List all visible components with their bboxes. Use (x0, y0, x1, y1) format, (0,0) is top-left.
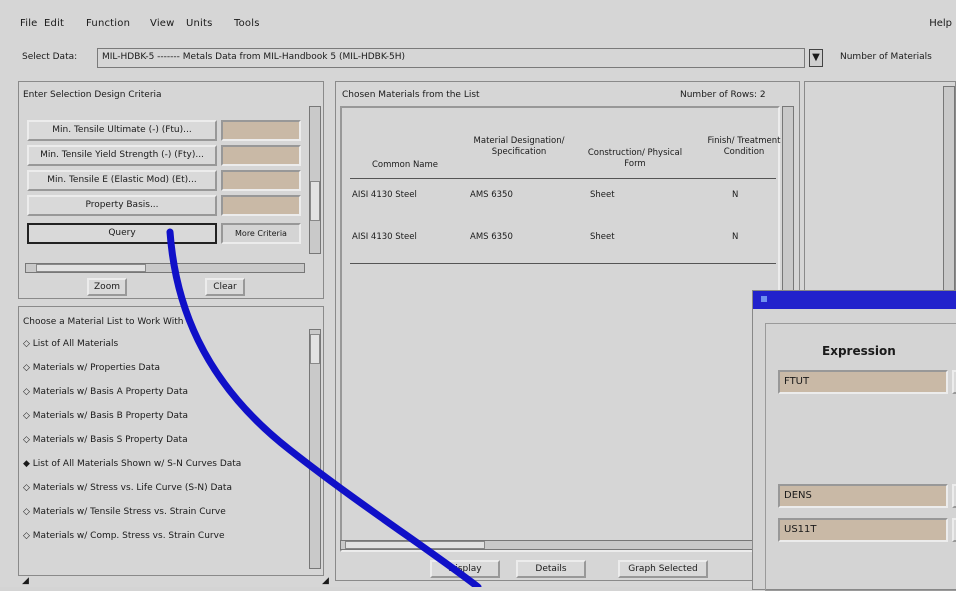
min-tensile-ultimate-value[interactable] (221, 120, 301, 141)
criteria-horizontal-scrollbar[interactable] (25, 263, 305, 273)
corner-mark: ◢ (322, 576, 329, 586)
expression-field[interactable]: DENS (778, 484, 948, 508)
list-item[interactable]: ◇ Materials w/ Basis A Property Data (23, 387, 315, 397)
menu-file[interactable]: File (20, 18, 38, 29)
more-criteria-button[interactable]: More Criteria (221, 223, 301, 244)
scroll-thumb[interactable] (36, 264, 146, 272)
table-cell[interactable]: Sheet (590, 190, 690, 201)
application-window: File Edit Function View Units Tools Help… (0, 0, 956, 591)
header-divider (350, 178, 776, 179)
dataset-field[interactable]: MIL-HDBK-5 ------- Metals Data from MIL-… (97, 48, 805, 68)
menu-bar: File Edit Function View Units Tools Help (0, 0, 956, 36)
list-item-label: Materials w/ Basis S Property Data (32, 435, 188, 445)
list-item-label: Materials w/ Basis B Property Data (32, 411, 189, 421)
table-cell[interactable]: AMS 6350 (470, 190, 570, 201)
number-of-materials-label: Number of Materials (840, 52, 932, 62)
expression-field-button[interactable] (952, 484, 956, 508)
column-header[interactable]: Finish/ Treatment Condition (704, 136, 784, 158)
expression-field[interactable]: FTUT (778, 370, 948, 394)
min-tensile-modulus-button[interactable]: Min. Tensile E (Elastic Mod) (Et)... (27, 170, 217, 191)
material-list-scrollbar[interactable] (309, 329, 321, 569)
list-item[interactable]: ◇ Materials w/ Tensile Stress vs. Strain… (23, 507, 315, 517)
results-panel: Chosen Materials from the List Number of… (335, 81, 800, 581)
results-title: Chosen Materials from the List (342, 90, 480, 100)
expression-field[interactable]: US11T (778, 518, 948, 542)
table-cell[interactable]: N (732, 190, 772, 201)
results-horizontal-scrollbar[interactable] (340, 540, 780, 550)
details-button[interactable]: Details (516, 560, 586, 578)
expression-field-button[interactable] (952, 518, 956, 542)
dataset-label: Select Data: (22, 52, 78, 62)
display-button[interactable]: Display (430, 560, 500, 578)
menu-help[interactable]: Help (929, 18, 952, 29)
window-menu-icon[interactable] (761, 296, 767, 302)
scroll-thumb[interactable] (345, 541, 485, 549)
min-tensile-modulus-value[interactable] (221, 170, 301, 191)
list-item[interactable]: ◇ Materials w/ Stress vs. Life Curve (S-… (23, 483, 315, 493)
table-cell[interactable]: Sheet (590, 232, 690, 243)
table-cell[interactable]: AISI 4130 Steel (352, 190, 452, 201)
graph-selected-button[interactable]: Graph Selected (618, 560, 708, 578)
dataset-dropdown-button[interactable]: ▼ (809, 49, 823, 67)
dataset-selector-row: Select Data: MIL-HDBK-5 ------- Metals D… (0, 44, 956, 72)
min-tensile-yield-button[interactable]: Min. Tensile Yield Strength (-) (Fty)... (27, 145, 217, 166)
list-item-label: List of All Materials Shown w/ S-N Curve… (32, 459, 242, 469)
list-item-label: Materials w/ Comp. Stress vs. Strain Cur… (32, 531, 225, 541)
menu-function[interactable]: Function (86, 18, 130, 29)
material-list-panel: Choose a Material List to Work With ◇ Li… (18, 306, 324, 576)
column-header[interactable]: Common Name (350, 160, 460, 171)
query-button[interactable]: Query (27, 223, 217, 244)
table-cell[interactable]: AMS 6350 (470, 232, 570, 243)
expression-heading: Expression (822, 344, 896, 358)
clear-button[interactable]: Clear (205, 278, 245, 296)
list-item[interactable]: ◇ List of All Materials (23, 339, 315, 349)
menu-tools[interactable]: Tools (234, 18, 260, 29)
menu-units[interactable]: Units (186, 18, 213, 29)
list-item[interactable]: ◇ Materials w/ Basis B Property Data (23, 411, 315, 421)
criteria-vertical-scrollbar[interactable] (309, 106, 321, 254)
property-basis-button[interactable]: Property Basis... (27, 195, 217, 216)
scroll-thumb[interactable] (310, 334, 320, 364)
column-header[interactable]: Construction/ Physical Form (580, 148, 690, 170)
list-item[interactable]: ◆ List of All Materials Shown w/ S-N Cur… (23, 459, 315, 469)
expression-dialog: Expression FTUT DENS US11T (752, 290, 956, 591)
dialog-title-bar[interactable] (753, 291, 956, 309)
material-list-title: Choose a Material List to Work With (23, 317, 184, 327)
criteria-panel: Enter Selection Design Criteria Min. Ten… (18, 81, 324, 299)
column-header[interactable]: Material Designation/ Specification (464, 136, 574, 158)
results-table: Common Name Material Designation/ Specif… (340, 106, 781, 552)
list-item-label: Materials w/ Properties Data (32, 363, 160, 373)
row-divider (350, 263, 776, 264)
table-cell[interactable]: N (732, 232, 772, 243)
list-item[interactable]: ◇ Materials w/ Properties Data (23, 363, 315, 373)
list-item[interactable]: ◇ Materials w/ Comp. Stress vs. Strain C… (23, 531, 315, 541)
table-cell[interactable]: AISI 4130 Steel (352, 232, 452, 243)
expression-field-button[interactable] (952, 370, 956, 394)
list-item-label: List of All Materials (32, 339, 119, 349)
min-tensile-yield-value[interactable] (221, 145, 301, 166)
min-tensile-ultimate-button[interactable]: Min. Tensile Ultimate (-) (Ftu)... (27, 120, 217, 141)
row-count-label: Number of Rows: 2 (680, 90, 766, 100)
list-item-label: Materials w/ Stress vs. Life Curve (S-N)… (32, 483, 232, 493)
criteria-title: Enter Selection Design Criteria (23, 90, 162, 100)
property-basis-value[interactable] (221, 195, 301, 216)
menu-view[interactable]: View (150, 18, 175, 29)
zoom-button[interactable]: Zoom (87, 278, 127, 296)
corner-mark: ◢ (22, 576, 29, 586)
list-item[interactable]: ◇ Materials w/ Basis S Property Data (23, 435, 315, 445)
scroll-thumb[interactable] (310, 181, 320, 221)
dialog-body: Expression FTUT DENS US11T (765, 323, 956, 591)
menu-edit[interactable]: Edit (44, 18, 64, 29)
list-item-label: Materials w/ Tensile Stress vs. Strain C… (32, 507, 226, 517)
list-item-label: Materials w/ Basis A Property Data (32, 387, 189, 397)
